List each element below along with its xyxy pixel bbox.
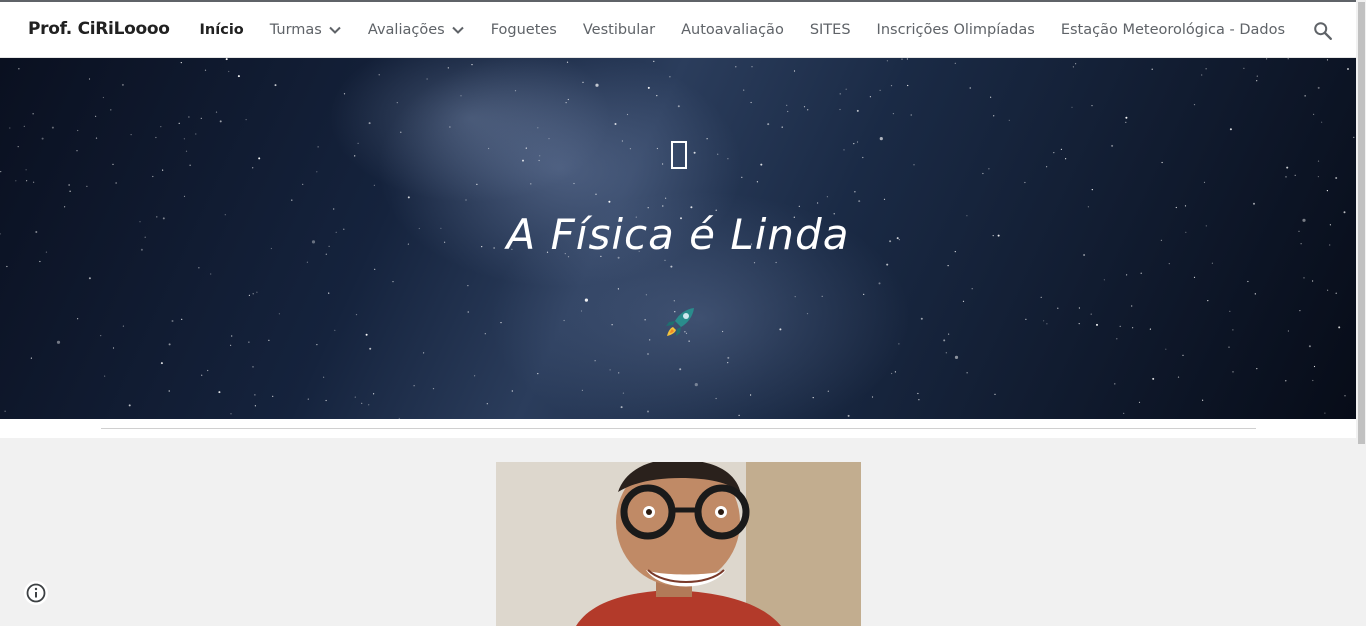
nav-label: Avaliações (367, 22, 445, 38)
section-divider (101, 428, 1256, 429)
nav-label: Início (199, 22, 244, 38)
chevron-down-icon (329, 26, 341, 34)
rocket-icon (666, 308, 694, 336)
nav-label: Inscrições Olimpíadas (876, 22, 1035, 38)
info-icon[interactable] (24, 581, 48, 605)
hero-banner: A Física é Linda (0, 58, 1356, 419)
nav-label: Vestibular (582, 22, 656, 38)
nav-item-avaliacoes[interactable]: Avaliações (355, 2, 478, 58)
nav-item-inicio[interactable]: Início (187, 2, 257, 58)
site-title[interactable]: Prof. CiRiLoooo (28, 19, 170, 39)
nav-label: Estação Meteorológica - Dados (1060, 22, 1285, 38)
profile-photo (496, 462, 861, 626)
nav-label: Foguetes (490, 22, 557, 38)
nav-label: SITES (809, 22, 851, 38)
nav-item-inscricoes-olimpiadas[interactable]: Inscrições Olimpíadas (864, 2, 1048, 58)
nav-item-autoavaliacao[interactable]: Autoavaliação (668, 2, 797, 58)
nav-item-estacao-meteorologica[interactable]: Estação Meteorológica - Dados (1048, 2, 1298, 58)
nav-item-turmas[interactable]: Turmas (257, 2, 355, 58)
hero-title: A Física é Linda (506, 210, 850, 259)
nav-label: Turmas (269, 22, 322, 38)
nav-item-sites[interactable]: SITES (797, 2, 864, 58)
site-header: Prof. CiRiLoooo Início Turmas Avaliações… (0, 0, 1356, 58)
profile-photo-illustration (496, 462, 861, 626)
missing-glyph-box (671, 141, 687, 169)
nav-label: Autoavaliação (681, 22, 784, 38)
main-nav: Início Turmas Avaliações Foguetes Vestib… (187, 2, 1298, 58)
scrollbar-thumb[interactable] (1358, 2, 1365, 444)
search-icon[interactable] (1312, 20, 1334, 42)
nav-item-vestibular[interactable]: Vestibular (570, 2, 668, 58)
chevron-down-icon (451, 26, 464, 34)
nav-item-foguetes[interactable]: Foguetes (478, 2, 570, 58)
